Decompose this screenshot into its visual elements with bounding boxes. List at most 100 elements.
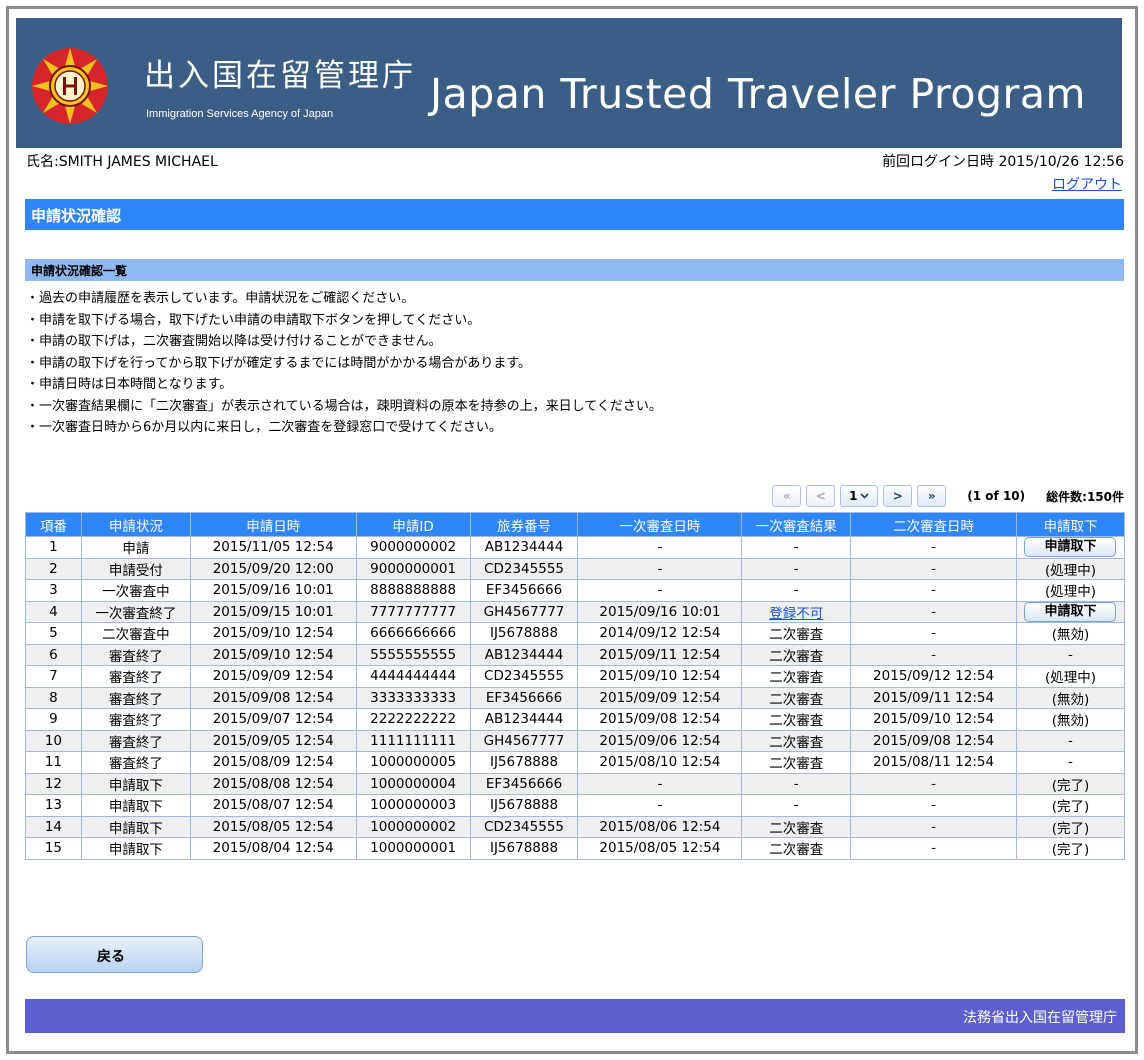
note-line: ・申請の取下げを行ってから取下げが確定するまでには時間がかかる場合があります。 <box>26 355 532 371</box>
table-cell: 2015/09/20 12:00 <box>189 557 357 580</box>
table-cell: 二次審査 <box>741 837 852 860</box>
table-cell: 申請取下 <box>80 815 191 838</box>
table-cell: IJ5678888 <box>469 622 579 645</box>
table-cell: 2015/08/05 12:54 <box>189 815 357 838</box>
column-header: 申請ID <box>355 512 471 537</box>
table-cell: CD2345555 <box>469 815 579 838</box>
table-row: 6 審査終了 2015/09/10 12:54 5555555555 AB1234444… <box>25 643 1126 666</box>
last-page-button[interactable]: » <box>917 485 947 507</box>
table-cell: 6666666666 <box>355 622 471 645</box>
column-header: 申請状況 <box>80 512 191 537</box>
table-cell: EF3456666 <box>469 579 579 602</box>
table-cell: 2015/09/10 12:54 <box>577 665 743 688</box>
logout-link[interactable]: ログアウト <box>1052 174 1122 194</box>
note-line: ・申請日時は日本時間となります。 <box>26 377 233 392</box>
table-cell: - <box>850 772 1017 795</box>
table-cell: (無効) <box>1015 708 1126 731</box>
table-cell: - <box>741 579 852 602</box>
table-cell: 審査終了 <box>80 665 191 688</box>
next-page-button[interactable]: > <box>883 485 913 507</box>
table-cell: (無効) <box>1015 622 1126 645</box>
agency-name-jp: 出入国在留管理庁 <box>144 58 416 94</box>
table-cell: CD2345555 <box>469 557 579 580</box>
column-header: 申請取下 <box>1015 512 1126 537</box>
table-cell: 2 <box>25 557 82 580</box>
column-header: 項番 <box>25 512 82 537</box>
table-cell: 9 <box>25 708 82 731</box>
table-cell: 2015/09/08 12:54 <box>189 686 357 709</box>
table-cell: 2015/08/07 12:54 <box>189 794 357 817</box>
table-cell: 申請取下 <box>80 794 191 817</box>
table-cell: - <box>577 557 743 580</box>
table-cell: 申請 <box>80 536 191 559</box>
table-cell: 申請取下 <box>80 837 191 860</box>
total-count: 総件数:150件 <box>1046 489 1124 504</box>
result-link[interactable]: 登録不可 <box>769 606 823 622</box>
table-row: 5 二次審査中 2015/09/10 12:54 6666666666 IJ567888… <box>25 622 1126 645</box>
table-cell: 申請受付 <box>80 557 191 580</box>
table-cell: - <box>577 772 743 795</box>
table-cell: 15 <box>25 837 82 860</box>
agency-emblem-icon <box>32 48 108 124</box>
table-cell: 2015/09/08 12:54 <box>850 729 1017 752</box>
table-cell: AB1234444 <box>469 643 579 666</box>
table-cell: 2014/09/12 12:54 <box>577 622 743 645</box>
table-cell: 2015/09/10 12:54 <box>189 643 357 666</box>
note-line: ・申請の取下げは，二次審査開始以降は受け付けることができません。 <box>26 334 442 349</box>
table-cell: 審査終了 <box>80 751 191 774</box>
note-line: ・一次審査日時から6か月以内に来日し，二次審査を登録窓口で受けてください。 <box>26 420 502 435</box>
column-header: 旅券番号 <box>469 512 579 537</box>
table-cell: 1111111111 <box>355 729 471 752</box>
table-cell: - <box>741 772 852 795</box>
withdraw-button[interactable]: 申請取下 <box>1024 601 1117 622</box>
table-cell: 審査終了 <box>80 643 191 666</box>
table-cell: 4 <box>25 600 82 623</box>
page-select[interactable]: 1 <box>840 485 879 507</box>
table-cell: - <box>850 643 1017 666</box>
table-cell: 2015/09/10 12:54 <box>189 622 357 645</box>
table-cell: 1000000004 <box>355 772 471 795</box>
table-row: 12 申請取下 2015/08/08 12:54 1000000004 EF345666… <box>25 772 1126 795</box>
table-cell: (完了) <box>1015 794 1126 817</box>
table-cell: 審査終了 <box>80 708 191 731</box>
table-cell: CD2345555 <box>469 665 579 688</box>
table-cell: (無効) <box>1015 686 1126 709</box>
prev-page-button[interactable]: < <box>806 485 836 507</box>
table-cell: 10 <box>25 729 82 752</box>
table-body: 1 申請 2015/11/05 12:54 9000000002 AB1234444- -… <box>25 536 1126 860</box>
table-cell: (処理中) <box>1015 557 1126 580</box>
table-cell: IJ5678888 <box>469 794 579 817</box>
table-cell: 8 <box>25 686 82 709</box>
back-button[interactable]: 戻る <box>26 936 203 973</box>
first-page-button[interactable]: « <box>772 485 802 507</box>
table-cell: - <box>850 622 1017 645</box>
table-cell: - <box>741 794 852 817</box>
table-cell: 11 <box>25 751 82 774</box>
table-cell: AB1234444 <box>469 708 579 731</box>
table-cell: 1000000002 <box>355 815 471 838</box>
user-name: 氏名:SMITH JAMES MICHAEL <box>26 154 218 170</box>
table-cell: 2015/09/06 12:54 <box>577 729 743 752</box>
table-cell: 7 <box>25 665 82 688</box>
table-cell: EF3456666 <box>469 686 579 709</box>
withdraw-button[interactable]: 申請取下 <box>1024 537 1117 558</box>
table-cell: 二次審査 <box>741 686 852 709</box>
site-footer: 法務省出入国在留管理庁 <box>25 999 1125 1033</box>
table-cell: - <box>850 557 1017 580</box>
table-cell: - <box>850 579 1017 602</box>
agency-name-en: Immigration Services Agency of Japan <box>146 108 334 120</box>
page-info: (1 of 10) <box>967 489 1026 503</box>
table-cell: - <box>577 794 743 817</box>
table-row: 15 申請取下 2015/08/04 12:54 1000000001 IJ567888… <box>25 837 1126 860</box>
table-row: 4 一次審査終了 2015/09/15 10:01 7777777777 GH45677… <box>25 600 1126 623</box>
pagination: « < 1 > » (1 of 10) 総件数:150件 <box>772 484 1124 508</box>
table-row: 10 審査終了 2015/09/05 12:54 1111111111 GH456777… <box>25 729 1126 752</box>
table-cell: - <box>741 536 852 559</box>
table-cell: 6 <box>25 643 82 666</box>
table-cell: 審査終了 <box>80 686 191 709</box>
table-cell: 14 <box>25 815 82 838</box>
table-cell: 2015/09/08 12:54 <box>577 708 743 731</box>
table-cell: 2015/09/10 12:54 <box>850 708 1017 731</box>
table-row: 14 申請取下 2015/08/05 12:54 1000000002 CD234555… <box>25 815 1126 838</box>
table-cell: 2015/08/06 12:54 <box>577 815 743 838</box>
